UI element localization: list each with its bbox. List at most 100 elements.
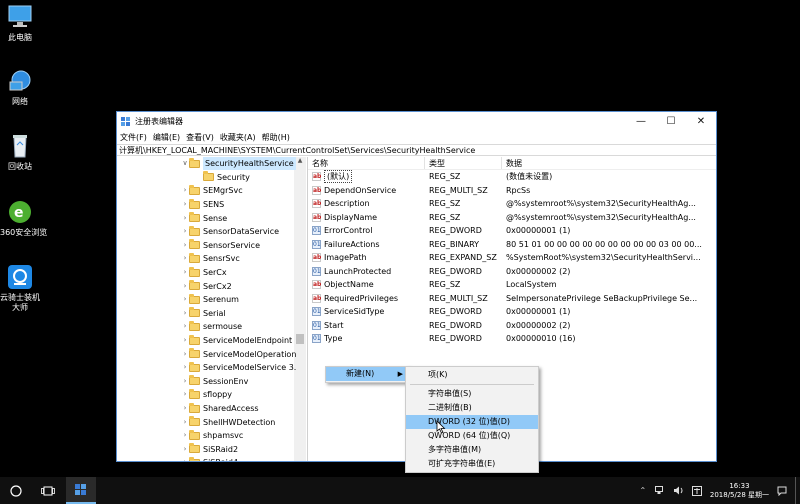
chevron-right-icon[interactable]: › [181,225,189,238]
chevron-right-icon[interactable]: › [181,239,189,252]
value-row[interactable]: ab (默认) REG_SZ (数值未设置) [308,170,716,184]
tree-item[interactable]: › sermouse [181,320,242,334]
value-row[interactable]: ab ObjectName REG_SZ LocalSystem [308,278,716,292]
value-row[interactable]: ab RequiredPrivileges REG_MULTI_SZ SeImpers… [308,292,716,306]
clock[interactable]: 16:33 2018/5/28 星期一 [710,482,769,500]
chevron-right-icon[interactable]: › [181,429,189,442]
menu-file[interactable]: 文件(F) [120,132,147,143]
submenu-qword-value[interactable]: QWORD (64 位)值(Q) [406,429,538,443]
task-view-button[interactable] [32,477,64,504]
menu-favorites[interactable]: 收藏夹(A) [220,132,256,143]
tree-item[interactable]: › SerCx [181,266,227,280]
tree-item[interactable]: › ServiceModelEndpoint [181,334,292,348]
desktop-icon-recycle-bin[interactable]: 回收站 [0,133,40,172]
tree-item[interactable]: › SiSRaid2 [181,443,238,457]
menu-view[interactable]: 查看(V) [186,132,214,143]
close-button[interactable]: ✕ [686,112,716,131]
tree-item[interactable]: › SessionEnv [181,375,248,389]
network-tray-icon[interactable] [655,486,667,496]
tree-item[interactable]: › Serial [181,307,226,321]
close-icon: ✕ [696,116,706,127]
value-row[interactable]: ab Description REG_SZ @%systemroot%\system3… [308,197,716,211]
chevron-right-icon[interactable]: › [181,456,189,461]
desktop-icon-network[interactable]: 网络 [0,68,40,107]
input-method-icon[interactable] [691,485,703,496]
tree-item[interactable]: › Serenum [181,293,239,307]
title-bar[interactable]: 注册表编辑器 — ☐ ✕ [117,112,716,131]
tree-item[interactable]: › Sense [181,211,227,225]
submenu-binary-value[interactable]: 二进制值(B) [406,401,538,415]
desktop-icon-computer[interactable]: 此电脑 [0,4,40,43]
chevron-right-icon[interactable]: › [181,375,189,388]
submenu-key[interactable]: 项(K) [406,368,538,382]
show-desktop-button[interactable] [795,477,800,504]
tree-item[interactable]: › sfloppy [181,388,232,402]
column-data[interactable]: 数据 [502,157,716,169]
chevron-right-icon[interactable]: › [181,443,189,456]
tree-item[interactable]: › ShellHWDetection [181,415,275,429]
key-tree-pane[interactable]: ▲ ∨ SecurityHealthService Security › SEMgrSv… [117,157,308,461]
tree-scrollbar[interactable]: ▲ [294,157,306,461]
value-row[interactable]: ab DependOnService REG_MULTI_SZ RpcSs [308,184,716,198]
chevron-down-icon[interactable]: ∨ [181,157,189,170]
submenu-multi-string-value[interactable]: 多字符串值(M) [406,443,538,457]
tree-item[interactable]: › ServiceModelService 3. [181,361,296,375]
tree-item[interactable]: › ServiceModelOperation [181,347,296,361]
chevron-right-icon[interactable]: › [181,348,189,361]
tree-item[interactable]: › SiSRaid4 [181,456,238,461]
menu-edit[interactable]: 编辑(E) [153,132,180,143]
chevron-right-icon[interactable]: › [181,402,189,415]
value-row[interactable]: 01 LaunchProtected REG_DWORD 0x00000002 (2) [308,265,716,279]
minimize-button[interactable]: — [626,112,656,131]
value-row[interactable]: ab DisplayName REG_SZ @%systemroot%\system3… [308,211,716,225]
column-type[interactable]: 类型 [425,157,502,169]
start-button[interactable] [0,477,32,504]
chevron-right-icon[interactable]: › [181,184,189,197]
context-menu-new[interactable]: 新建(N) ▶ [326,367,409,381]
value-row[interactable]: 01 Start REG_DWORD 0x00000002 (2) [308,319,716,333]
scroll-up-icon[interactable]: ▲ [294,157,306,167]
submenu-dword-value[interactable]: DWORD (32 位)值(D) [406,415,538,429]
tree-item[interactable]: › SensrSvc [181,252,240,266]
chevron-up-icon[interactable]: ⌃ [637,486,649,496]
tree-item[interactable]: › SEMgrSvc [181,184,243,198]
scrollbar-thumb[interactable] [296,334,304,344]
address-bar[interactable]: 计算机\HKEY_LOCAL_MACHINE\SYSTEM\CurrentCon… [117,144,716,156]
tree-item[interactable]: › SENS [181,198,224,212]
value-row[interactable]: 01 Type REG_DWORD 0x00000010 (16) [308,332,716,346]
value-row[interactable]: ab ImagePath REG_EXPAND_SZ %SystemRoot%\sys… [308,251,716,265]
chevron-right-icon[interactable]: › [181,212,189,225]
notification-icon[interactable] [776,486,788,496]
taskbar-regedit[interactable] [66,477,96,504]
submenu-expandable-string-value[interactable]: 可扩充字符串值(E) [406,457,538,471]
value-row[interactable]: 01 FailureActions REG_BINARY 80 51 01 00 00… [308,238,716,252]
chevron-right-icon[interactable]: › [181,280,189,293]
volume-icon[interactable] [673,486,685,496]
chevron-right-icon[interactable]: › [181,334,189,347]
tree-item[interactable]: › shpamsvc [181,429,243,443]
desktop-icon-browser-360[interactable]: e 360安全浏览 [0,199,47,238]
chevron-right-icon[interactable]: › [181,388,189,401]
tree-item[interactable]: › SensorDataService [181,225,279,239]
submenu-string-value[interactable]: 字符串值(S) [406,387,538,401]
tree-item[interactable]: › SerCx2 [181,279,232,293]
chevron-right-icon[interactable]: › [181,252,189,265]
column-name[interactable]: 名称 [308,157,425,169]
chevron-right-icon[interactable]: › [181,361,189,374]
value-row[interactable]: 01 ErrorControl REG_DWORD 0x00000001 (1) [308,224,716,238]
maximize-button[interactable]: ☐ [656,112,686,131]
chevron-right-icon[interactable]: › [181,307,189,320]
chevron-right-icon[interactable]: › [181,416,189,429]
chevron-right-icon[interactable]: › [181,266,189,279]
tree-item[interactable]: Security [195,171,250,185]
value-data: LocalSystem [506,280,557,289]
menu-help[interactable]: 帮助(H) [262,132,290,143]
chevron-right-icon[interactable]: › [181,320,189,333]
value-row[interactable]: 01 ServiceSidType REG_DWORD 0x00000001 (1) [308,305,716,319]
desktop-icon-yunqishi[interactable]: 云骑士装机 大师 [0,264,40,313]
tree-item[interactable]: › SensorService [181,239,260,253]
chevron-right-icon[interactable]: › [181,293,189,306]
chevron-right-icon[interactable]: › [181,198,189,211]
tree-item-selected[interactable]: ∨ SecurityHealthService [181,157,296,171]
tree-item[interactable]: › SharedAccess [181,402,259,416]
